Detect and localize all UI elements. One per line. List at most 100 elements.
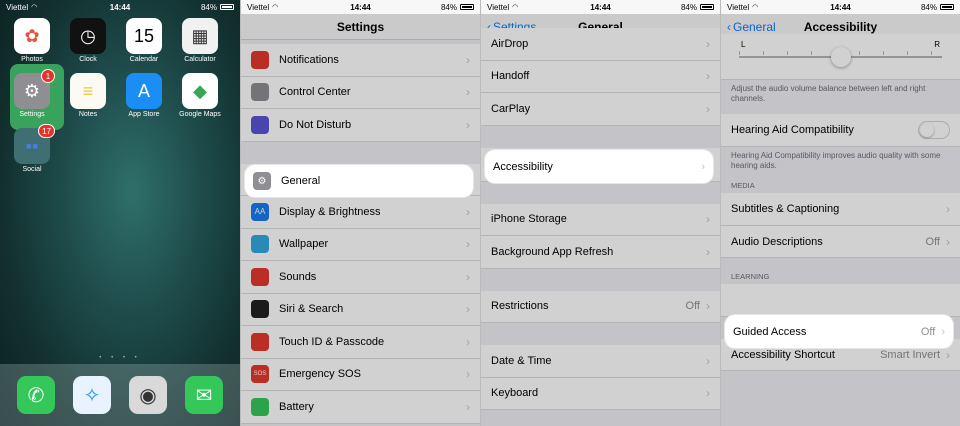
list-item[interactable]: Background App Refresh › — [481, 236, 720, 269]
app-label: App Store — [128, 111, 160, 118]
app-app-store[interactable]: A App Store — [116, 73, 172, 118]
general-group-2: iPhone Storage › Background App Refresh › — [481, 203, 720, 269]
list-item[interactable]: Touch ID & Passcode › — [241, 326, 480, 359]
app-label: Social — [22, 166, 42, 173]
list-item[interactable]: Notifications › — [241, 44, 480, 77]
app-label: Clock — [79, 56, 97, 63]
accessibility-shortcut-value: Smart Invert — [880, 348, 940, 361]
learning-section-header: LEARNING — [731, 272, 770, 282]
camera-icon[interactable]: ◉ — [129, 376, 167, 414]
app-social[interactable]: ▪▪ 17 Social — [4, 124, 60, 173]
list-item[interactable]: Subtitles & Captioning › — [721, 193, 960, 226]
messages-icon[interactable]: ✉ — [185, 376, 223, 414]
safari-icon[interactable]: ✧ — [73, 376, 111, 414]
phone-icon[interactable]: ✆ — [17, 376, 55, 414]
list-item-label: Subtitles & Captioning — [731, 203, 840, 216]
app-calculator[interactable]: ▦ Calculator — [172, 18, 228, 63]
app-notes[interactable]: ≡ Notes — [60, 73, 116, 118]
status-bar: Viettel ◠ 14:44 84% — [241, 0, 480, 14]
list-item[interactable]: Wallpaper › — [241, 228, 480, 261]
row-placeholder — [721, 284, 960, 317]
list-item-value: Off — [925, 235, 940, 248]
app-google-maps[interactable]: ◆ Google Maps — [172, 73, 228, 118]
control-center-icon — [251, 83, 269, 102]
hearing-aid-label: Hearing Aid Compatibility — [731, 123, 854, 136]
display-icon: AA — [251, 202, 269, 221]
chevron-right-icon: › — [466, 117, 470, 132]
app-label: Google Maps — [179, 111, 221, 118]
list-item[interactable]: SOS Emergency SOS › — [241, 358, 480, 391]
battery-icon — [220, 4, 234, 10]
app-grid: ✿ Photos ◷ Clock 15 Calendar ▦ Calculator ⚙ 1 Sett… — [0, 14, 240, 173]
settings-item-general[interactable]: ⚙ General — [245, 165, 473, 197]
hearing-aid-row[interactable]: Hearing Aid Compatibility — [721, 114, 960, 147]
list-item-label: Display & Brightness — [279, 205, 381, 218]
balance-footer: Adjust the audio volume balance between … — [731, 84, 926, 104]
chevron-right-icon: › — [946, 234, 950, 249]
chevron-right-icon: › — [946, 202, 950, 217]
chevron-right-icon: › — [706, 244, 710, 259]
social-folder-icon: ▪▪ 17 — [14, 124, 55, 164]
list-item-label: Sounds — [279, 270, 317, 283]
list-item-label: Control Center — [279, 86, 351, 99]
general-item-accessibility[interactable]: Accessibility › — [485, 150, 713, 183]
list-item[interactable]: Handoff › — [481, 60, 720, 93]
calendar-icon: 15 — [126, 18, 162, 54]
media-section-header: MEDIA — [731, 181, 755, 191]
list-item[interactable]: Keyboard › — [481, 377, 720, 410]
list-item-label: Touch ID & Passcode — [279, 335, 385, 348]
media-group: Subtitles & Captioning › Audio Description… — [721, 193, 960, 259]
accessibility-shortcut-label: Accessibility Shortcut — [731, 348, 835, 361]
settings-group-2: General›AADisplay & Brightness›Wallpaper… — [241, 163, 480, 424]
list-item-label: Emergency SOS — [279, 368, 361, 381]
wallpaper-icon — [251, 235, 269, 254]
app-photos[interactable]: ✿ Photos — [4, 18, 60, 63]
hearing-aid-toggle[interactable] — [918, 120, 950, 139]
balance-thumb[interactable] — [831, 47, 851, 67]
app-settings[interactable]: ⚙ 1 Settings — [4, 69, 60, 118]
chevron-right-icon: › — [466, 269, 470, 284]
accessibility-panel: Viettel ◠ 14:44 84% ‹ General Accessibilit… — [720, 0, 960, 426]
app-label: Calendar — [129, 56, 159, 63]
chevron-right-icon: › — [466, 334, 470, 349]
list-item[interactable]: Audio Descriptions Off › — [721, 225, 960, 259]
settings-group-1: Notifications › Control Center › Do Not Dist… — [241, 44, 480, 142]
list-item[interactable]: Control Center › — [241, 76, 480, 109]
chevron-right-icon: › — [941, 325, 945, 338]
list-item[interactable]: Date & Time › — [481, 345, 720, 378]
list-item-label: Audio Descriptions — [731, 235, 823, 248]
notifications-icon — [251, 50, 269, 69]
status-bar: Viettel ◠ 14:44 84% — [0, 0, 240, 14]
app-label: Notes — [78, 111, 98, 118]
list-item[interactable]: Battery › — [241, 391, 480, 424]
list-item-label: Do Not Disturb — [279, 118, 352, 131]
status-time: 14:44 — [109, 2, 131, 12]
chevron-right-icon: › — [466, 85, 470, 100]
dock: ✆ ✧ ◉ ✉ — [0, 364, 240, 426]
calculator-icon: ▦ — [182, 18, 218, 54]
guided-access-row[interactable]: Guided Access Off › — [725, 315, 953, 348]
list-item[interactable]: CarPlay › — [481, 93, 720, 126]
chevron-right-icon: › — [706, 69, 710, 84]
list-item-label: Date & Time — [491, 354, 552, 367]
chevron-right-icon: › — [466, 237, 470, 252]
fingerprint-icon — [251, 332, 269, 351]
back-button[interactable]: ‹ General — [727, 20, 776, 34]
learning-group — [721, 284, 960, 317]
chevron-right-icon: › — [946, 347, 950, 362]
app-calendar[interactable]: 15 Calendar — [116, 18, 172, 63]
status-time: 14:44 — [830, 2, 851, 12]
app-clock[interactable]: ◷ Clock — [60, 18, 116, 63]
list-item[interactable]: Siri & Search › — [241, 293, 480, 326]
list-item[interactable]: AirDrop › — [481, 28, 720, 61]
list-item[interactable]: Restrictions Off › — [481, 290, 720, 323]
chevron-right-icon: › — [706, 353, 710, 368]
battery-icon — [251, 397, 269, 416]
balance-slider[interactable]: L R — [721, 34, 960, 80]
list-item[interactable]: Sounds › — [241, 261, 480, 294]
list-item[interactable]: Do Not Disturb › — [241, 109, 480, 142]
list-item[interactable]: iPhone Storage › — [481, 203, 720, 236]
list-item[interactable]: AA Display & Brightness › — [241, 196, 480, 229]
sounds-icon — [251, 267, 269, 286]
settings-item-label: Accessibility — [493, 160, 553, 173]
